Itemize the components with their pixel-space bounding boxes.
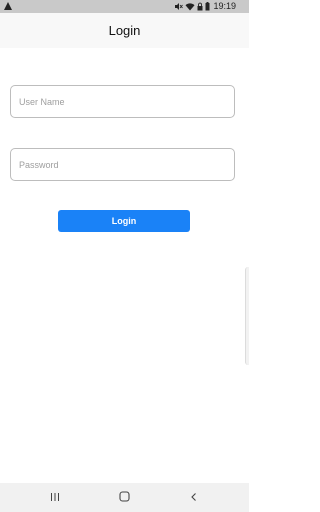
wifi-icon <box>185 2 195 11</box>
login-button[interactable]: Login <box>58 210 190 232</box>
recent-apps-button[interactable] <box>45 489 65 506</box>
battery-icon <box>205 2 210 11</box>
lock-icon <box>197 2 203 11</box>
mute-icon <box>174 2 184 11</box>
username-input[interactable] <box>10 85 235 118</box>
status-icons: 19:19 <box>174 0 236 13</box>
app-bar: Login <box>0 13 249 48</box>
edge-panel-handle[interactable] <box>245 267 249 365</box>
home-icon <box>118 489 130 507</box>
warning-icon <box>4 2 12 10</box>
recent-apps-icon <box>50 489 60 507</box>
status-time: 19:19 <box>213 1 236 11</box>
status-bar: 19:19 <box>0 0 249 13</box>
back-button[interactable] <box>184 489 204 506</box>
password-input[interactable] <box>10 148 235 181</box>
login-screen: 19:19 Login Login <box>0 0 249 512</box>
home-button[interactable] <box>114 489 134 506</box>
back-icon <box>189 489 199 507</box>
page-title: Login <box>108 23 141 38</box>
navigation-bar <box>0 483 249 512</box>
